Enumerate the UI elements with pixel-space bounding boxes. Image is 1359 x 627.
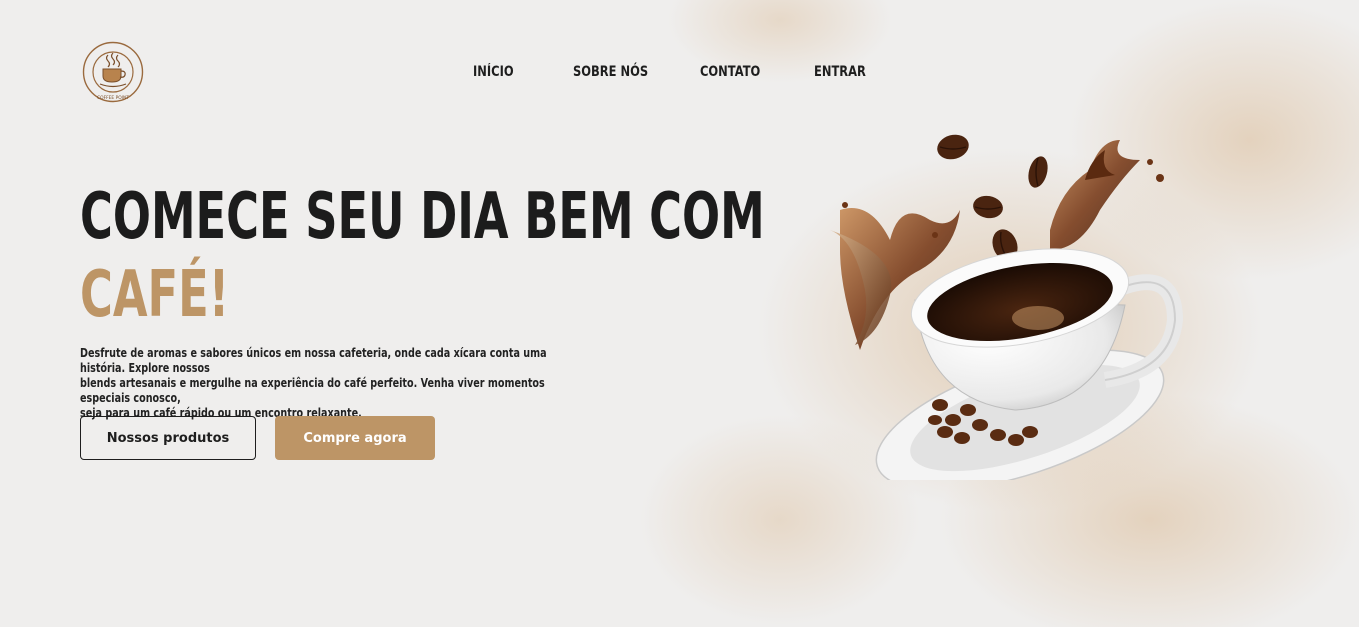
nav-item-sobre-nos[interactable]: SOBRE NÓS (573, 64, 648, 80)
hero-title-line1: COMECE SEU DIA BEM COM (80, 180, 765, 254)
buy-now-button[interactable]: Compre agora (275, 416, 435, 460)
hero-description: Desfrute de aromas e sabores únicos em n… (80, 346, 592, 421)
coffee-point-logo[interactable]: COFFEE POINT (82, 41, 144, 103)
logo-text: COFFEE POINT (97, 95, 129, 101)
hero-title: COMECE SEU DIA BEM COM CAFÉ! (80, 178, 765, 334)
nav-item-contato[interactable]: CONTATO (700, 64, 760, 80)
hero-description-line: Desfrute de aromas e sabores únicos em n… (80, 346, 547, 375)
hero-description-line: blends artesanais e mergulhe na experiên… (80, 376, 545, 405)
coffee-cup-splash-illustration (830, 134, 1184, 480)
hero-title-accent: CAFÉ! (80, 258, 230, 332)
nav-item-inicio[interactable]: INÍCIO (473, 64, 514, 80)
our-products-button[interactable]: Nossos produtos (80, 416, 256, 460)
nav-item-entrar[interactable]: ENTRAR (814, 64, 866, 80)
